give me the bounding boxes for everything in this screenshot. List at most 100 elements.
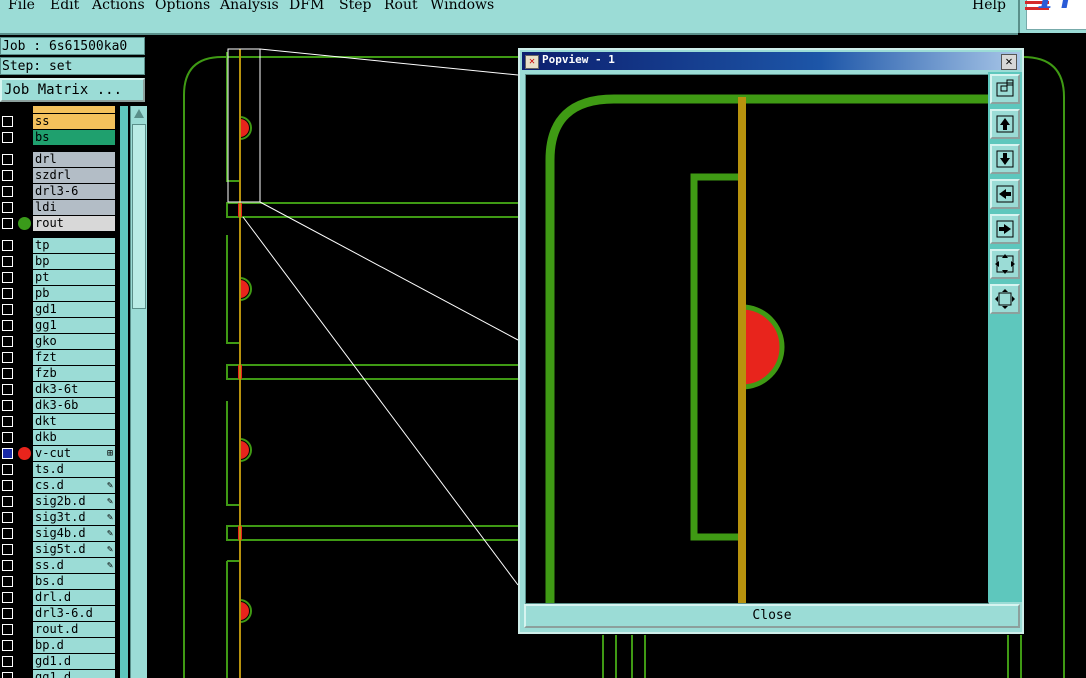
- layer-row[interactable]: ss: [0, 114, 118, 129]
- zoom-fit-button[interactable]: [990, 284, 1020, 314]
- layer-name[interactable]: fzt: [33, 350, 115, 365]
- layer-row[interactable]: ts.d: [0, 462, 118, 477]
- layer-row[interactable]: bs: [0, 130, 118, 145]
- layer-affected-dot-icon[interactable]: [18, 217, 31, 230]
- layer-checkbox[interactable]: [2, 608, 13, 619]
- layer-checkbox[interactable]: [2, 448, 13, 459]
- layer-row[interactable]: drl3-6: [0, 184, 118, 199]
- layer-name[interactable]: ldi: [33, 200, 115, 215]
- popview-titlebar[interactable]: ✕ Popview - 1 ✕: [522, 52, 1020, 70]
- layer-checkbox[interactable]: [2, 186, 13, 197]
- layer-row[interactable]: gd1: [0, 302, 118, 317]
- layer-row[interactable]: v-cut ⊞: [0, 446, 118, 461]
- layer-checkbox[interactable]: [2, 368, 13, 379]
- pan-left-button[interactable]: [990, 179, 1020, 209]
- layer-row[interactable]: sig4b.d ✎: [0, 526, 118, 541]
- close-icon[interactable]: ✕: [1001, 54, 1017, 70]
- layer-row[interactable]: sig5t.d ✎: [0, 542, 118, 557]
- layer-name[interactable]: bp: [33, 254, 115, 269]
- layer-checkbox[interactable]: [2, 202, 13, 213]
- zoom-out-button[interactable]: [990, 249, 1020, 279]
- layer-checkbox[interactable]: [2, 352, 13, 363]
- layer-name[interactable]: rout.d: [33, 622, 115, 637]
- layer-checkbox[interactable]: [2, 132, 13, 143]
- layer-checkbox[interactable]: [2, 656, 13, 667]
- layer-name[interactable]: fzb: [33, 366, 115, 381]
- layer-row[interactable]: rout: [0, 216, 118, 231]
- layer-name[interactable]: pt: [33, 270, 115, 285]
- layer-name[interactable]: gg1.d: [33, 670, 115, 678]
- layer-checkbox[interactable]: [2, 512, 13, 523]
- layer-row[interactable]: dkt: [0, 414, 118, 429]
- layer-row[interactable]: fzb: [0, 366, 118, 381]
- layer-checkbox[interactable]: [2, 116, 13, 127]
- layer-checkbox[interactable]: [2, 416, 13, 427]
- layer-checkbox[interactable]: [2, 640, 13, 651]
- layer-name[interactable]: szdrl: [33, 168, 115, 183]
- layer-row[interactable]: gd1.d: [0, 654, 118, 669]
- layer-row[interactable]: dk3-6t: [0, 382, 118, 397]
- layer-checkbox[interactable]: [2, 528, 13, 539]
- layer-row[interactable]: drl.d: [0, 590, 118, 605]
- layer-name[interactable]: dk3-6b: [33, 398, 115, 413]
- pan-up-button[interactable]: [990, 109, 1020, 139]
- layer-checkbox[interactable]: [2, 240, 13, 251]
- layer-checkbox[interactable]: [2, 672, 13, 678]
- layer-row[interactable]: cs.d ✎: [0, 478, 118, 493]
- layer-checkbox[interactable]: [2, 464, 13, 475]
- layer-name[interactable]: gd1.d: [33, 654, 115, 669]
- zoom-home-button[interactable]: [990, 74, 1020, 104]
- layer-row[interactable]: ss.d ✎: [0, 558, 118, 573]
- layer-row[interactable]: gko: [0, 334, 118, 349]
- menu-actions[interactable]: Actions: [92, 0, 145, 13]
- layer-checkbox[interactable]: [2, 288, 13, 299]
- menu-analysis[interactable]: Analysis: [220, 0, 279, 13]
- scroll-thumb[interactable]: [132, 124, 146, 309]
- layer-row[interactable]: ldi: [0, 200, 118, 215]
- layer-name[interactable]: bs: [33, 130, 115, 145]
- layer-name[interactable]: bs.d: [33, 574, 115, 589]
- layer-checkbox[interactable]: [2, 304, 13, 315]
- layer-checkbox[interactable]: [2, 576, 13, 587]
- layer-checkbox[interactable]: [2, 624, 13, 635]
- layer-row[interactable]: bp.d: [0, 638, 118, 653]
- layer-name[interactable]: gko: [33, 334, 115, 349]
- layer-name[interactable]: tp: [33, 238, 115, 253]
- layer-name[interactable]: dkb: [33, 430, 115, 445]
- pan-right-button[interactable]: [990, 214, 1020, 244]
- layer-name[interactable]: drl: [33, 152, 115, 167]
- layer-checkbox[interactable]: [2, 336, 13, 347]
- layer-checkbox[interactable]: [2, 400, 13, 411]
- layer-checkbox[interactable]: [2, 320, 13, 331]
- layer-name[interactable]: ts.d: [33, 462, 115, 477]
- menu-help[interactable]: Help: [972, 0, 1006, 13]
- layer-row[interactable]: bp: [0, 254, 118, 269]
- layer-row[interactable]: drl: [0, 152, 118, 167]
- layer-name[interactable]: sig2b.d ✎: [33, 494, 115, 509]
- layer-row[interactable]: dk3-6b: [0, 398, 118, 413]
- layer-row[interactable]: rout.d: [0, 622, 118, 637]
- layer-row[interactable]: sig3t.d ✎: [0, 510, 118, 525]
- layer-row[interactable]: drl3-6.d: [0, 606, 118, 621]
- job-matrix-button[interactable]: Job Matrix ...: [0, 78, 145, 102]
- layer-row[interactable]: sig2b.d ✎: [0, 494, 118, 509]
- layer-name[interactable]: dk3-6t: [33, 382, 115, 397]
- layer-checkbox[interactable]: [2, 154, 13, 165]
- layer-checkbox[interactable]: [2, 544, 13, 555]
- layer-affected-dot-icon[interactable]: [18, 447, 31, 460]
- layer-row[interactable]: pb: [0, 286, 118, 301]
- pan-down-button[interactable]: [990, 144, 1020, 174]
- layer-checkbox[interactable]: [2, 560, 13, 571]
- layer-checkbox[interactable]: [2, 272, 13, 283]
- popview-canvas[interactable]: [525, 74, 989, 604]
- layer-name[interactable]: gd1: [33, 302, 115, 317]
- layer-name[interactable]: ss: [33, 114, 115, 129]
- layer-row[interactable]: tp: [0, 238, 118, 253]
- layer-name[interactable]: drl.d: [33, 590, 115, 605]
- scroll-up-icon[interactable]: [133, 108, 145, 120]
- menu-file[interactable]: File: [8, 0, 35, 13]
- layer-checkbox[interactable]: [2, 592, 13, 603]
- layer-name[interactable]: pb: [33, 286, 115, 301]
- layer-row[interactable]: bs.d: [0, 574, 118, 589]
- layer-checkbox[interactable]: [2, 480, 13, 491]
